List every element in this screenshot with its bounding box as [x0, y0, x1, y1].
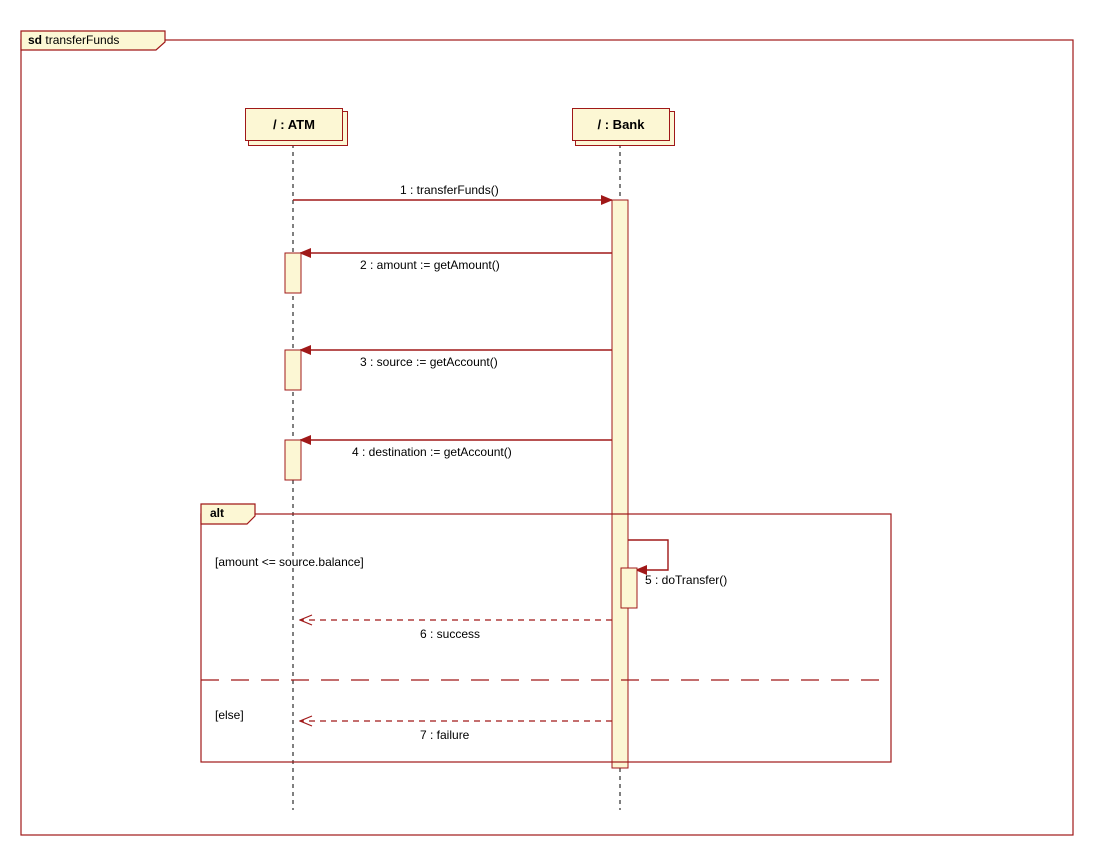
alt-frame-label: alt	[210, 506, 224, 522]
alt-guard-2: [else]	[215, 708, 244, 722]
msg5-line	[628, 540, 668, 570]
msg3-label: 3 : source := getAccount()	[360, 355, 498, 369]
sd-keyword: sd	[28, 33, 42, 47]
lifeline-head-bank: / : Bank	[572, 108, 670, 141]
msg6-label: 6 : success	[420, 627, 480, 641]
lifeline-head-atm: / : ATM	[245, 108, 343, 141]
lifeline-atm-label: / : ATM	[273, 117, 315, 132]
alt-keyword: alt	[210, 506, 224, 520]
diagram-svg	[0, 0, 1094, 855]
msg4-label: 4 : destination := getAccount()	[352, 445, 512, 459]
activation-atm-4	[285, 440, 301, 480]
activation-atm-2	[285, 253, 301, 293]
sd-frame	[21, 40, 1073, 835]
activation-atm-3	[285, 350, 301, 390]
msg5-label: 5 : doTransfer()	[645, 573, 727, 587]
sd-name: transferFunds	[45, 33, 119, 47]
msg1-label: 1 : transferFunds()	[400, 183, 499, 197]
lifeline-bank-label: / : Bank	[598, 117, 645, 132]
alt-frame	[201, 514, 891, 762]
msg2-label: 2 : amount := getAmount()	[360, 258, 500, 272]
alt-guard-1: [amount <= source.balance]	[215, 555, 364, 569]
diagram-canvas: sd transferFunds / : ATM / : Bank 1 : tr…	[0, 0, 1094, 855]
msg7-label: 7 : failure	[420, 728, 469, 742]
activation-bank-main	[612, 200, 628, 768]
sd-frame-label: sd transferFunds	[28, 33, 119, 49]
activation-bank-self	[621, 568, 637, 608]
